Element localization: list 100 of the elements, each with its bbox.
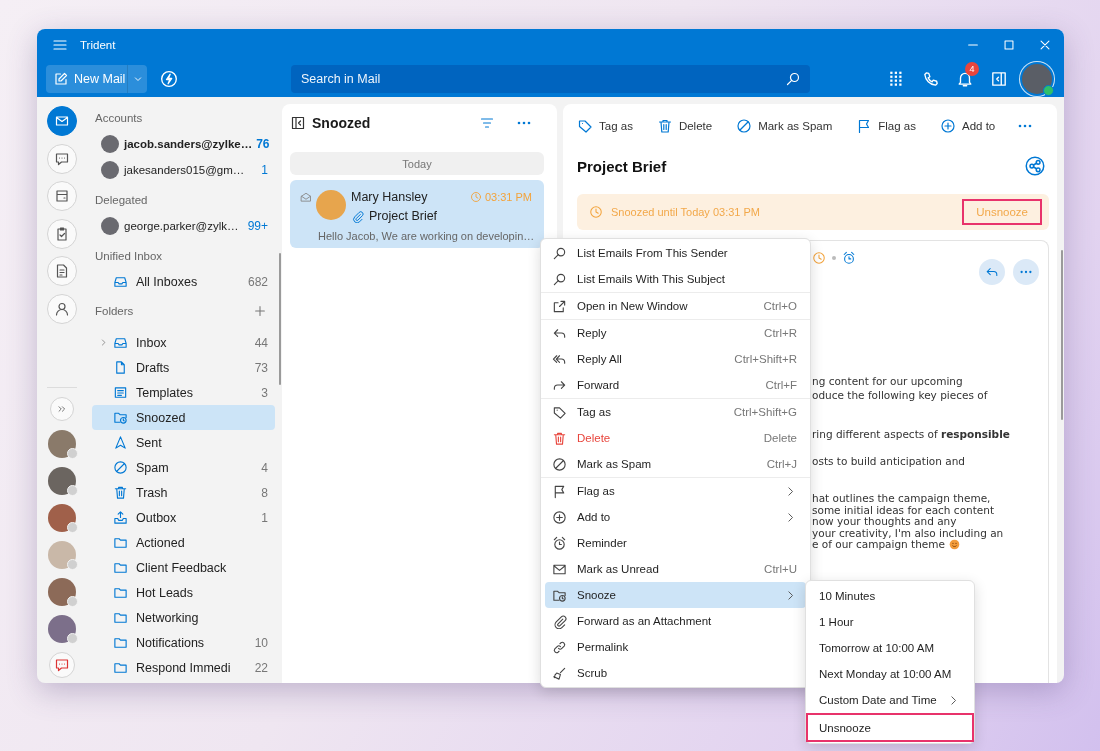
toolbar-button[interactable]: Add to (938, 112, 998, 140)
trash-icon (552, 430, 567, 446)
search-field[interactable]: Search in Mail (291, 64, 810, 93)
menu-item[interactable]: Forward Ctrl+F (545, 372, 806, 398)
menu-item[interactable]: Unsnooze (806, 713, 974, 742)
menu-item[interactable]: Tomorrow at 10:00 AM (806, 635, 974, 661)
folder-item[interactable]: Spam 4 (92, 455, 275, 480)
menu-item[interactable]: Tag as Ctrl+Shift+G (545, 399, 806, 425)
section-header: Delegated (94, 193, 149, 208)
outbox-icon (113, 510, 128, 525)
menu-item[interactable]: Forward as an Attachment (545, 608, 806, 634)
unread-count: 73 (254, 360, 268, 375)
maximize-icon[interactable] (1002, 37, 1016, 52)
folder-item[interactable]: Client Feedback (92, 555, 275, 580)
menu-item[interactable]: Scrub (545, 660, 806, 686)
calendar-button[interactable] (47, 181, 77, 211)
shortcut-text: Ctrl+O (763, 300, 797, 312)
folder-item[interactable]: Inbox 44 (92, 330, 275, 355)
folder-item[interactable]: Hot Leads (92, 580, 275, 605)
phone-icon[interactable] (922, 69, 940, 88)
menu-item[interactable]: Reply All Ctrl+Shift+R (545, 346, 806, 372)
folder-icon (113, 660, 128, 675)
scrollbar[interactable] (1061, 250, 1063, 420)
unread-count: 76 (255, 137, 270, 151)
alarm-clock-icon (842, 251, 856, 265)
menu-item[interactable]: Open in New Window Ctrl+O (545, 293, 806, 319)
chat-button[interactable] (47, 143, 77, 174)
menu-item[interactable]: Reply Ctrl+R (545, 320, 806, 346)
no-entry-icon (736, 118, 753, 134)
new-mail-button[interactable]: New Mail (46, 64, 127, 93)
folder-item[interactable]: Outbox 1 (92, 505, 275, 530)
menu-item[interactable]: Delete Delete (545, 425, 806, 451)
reply-icon (985, 265, 999, 279)
send-icon (113, 435, 128, 450)
message-time: 03:31 PM (484, 191, 532, 203)
account-item[interactable]: george.parker@zylk… 99+ (92, 213, 275, 239)
folder-item[interactable]: Sent (92, 430, 275, 455)
paperclip-icon (552, 613, 567, 629)
person-button[interactable] (47, 293, 77, 324)
menu-item[interactable]: Reminder (545, 530, 806, 556)
menu-item[interactable]: Mark as Spam Ctrl+J (545, 451, 806, 477)
envelope-icon (300, 191, 312, 203)
menu-item[interactable]: Custom Date and Time (806, 687, 974, 713)
account-item[interactable]: jakesanders015@gm… 1 (92, 157, 275, 183)
shortcut-text: Ctrl+R (764, 327, 797, 339)
folder-item[interactable]: Respond Immedi 22 (92, 655, 275, 680)
unread-count: 8 (261, 485, 268, 500)
avatar[interactable] (1022, 63, 1052, 94)
side-panel-icon[interactable] (990, 69, 1008, 88)
search-icon (552, 245, 567, 261)
menu-item[interactable]: Next Monday at 10:00 AM (806, 661, 974, 687)
message-title: Project Brief (577, 157, 667, 175)
folder-icon (113, 635, 128, 650)
lightning-icon[interactable] (160, 69, 178, 88)
folder-item[interactable]: All Inboxes 682 (92, 269, 275, 294)
folder-item[interactable]: Snoozed (92, 405, 275, 430)
window-title: Trident (80, 38, 116, 51)
toolbar-button[interactable]: Tag as (575, 112, 635, 140)
chat-icon (54, 150, 70, 167)
folder-icon (113, 560, 128, 575)
folder-item[interactable]: Actioned (92, 530, 275, 555)
account-item[interactable]: jacob.sanders@zylke… 76 (92, 131, 275, 157)
sender-name: Mary Hansley (351, 190, 428, 204)
folder-item[interactable]: Notifications 10 (92, 630, 275, 655)
search-icon[interactable] (785, 70, 801, 87)
menu-item[interactable]: 10 Minutes (806, 583, 974, 609)
avatar[interactable] (48, 615, 76, 643)
avatar[interactable] (48, 430, 76, 458)
folder-item[interactable]: Trash 8 (92, 480, 275, 505)
menu-item[interactable]: Flag as (545, 478, 806, 504)
mail-button[interactable] (47, 106, 77, 136)
menu-item[interactable]: List Emails From This Sender (545, 240, 806, 266)
avatar[interactable] (48, 578, 76, 606)
toolbar-button[interactable]: Flag as (854, 112, 918, 140)
menu-item[interactable]: Mark as Unread Ctrl+U (545, 556, 806, 582)
menu-item[interactable]: List Emails With This Subject (545, 266, 806, 292)
scrollbar[interactable] (279, 253, 281, 385)
folder-clock-icon (113, 410, 128, 425)
avatar[interactable] (48, 467, 76, 495)
folder-item[interactable]: Templates 3 (92, 380, 275, 405)
clipboard-button[interactable] (47, 218, 77, 249)
folder-item[interactable]: Networking (92, 605, 275, 630)
menu-item[interactable]: Snooze (545, 582, 806, 608)
alarm-clock-icon (552, 535, 567, 551)
folder-item[interactable]: Drafts 73 (92, 355, 275, 380)
collapse-pane-icon[interactable] (290, 115, 306, 131)
toolbar-button[interactable]: Mark as Spam (734, 112, 835, 140)
toolbar-button[interactable]: Delete (654, 112, 715, 140)
chat-icon (54, 657, 70, 673)
note-button[interactable] (47, 256, 77, 286)
avatar[interactable] (48, 504, 76, 532)
body-text: e of our campaign theme (812, 538, 946, 551)
share-icon[interactable] (1025, 156, 1045, 176)
menu-item[interactable]: 1 Hour (806, 609, 974, 635)
menu-item[interactable]: Add to (545, 504, 806, 530)
menu-item[interactable]: Permalink (545, 634, 806, 660)
message-item[interactable]: Mary Hansley 03:31 PM Project Brief Hello Jacob, We are working on developin… (290, 180, 544, 248)
external-link-icon (552, 298, 567, 314)
reply-button[interactable] (979, 259, 1005, 285)
chat-button[interactable] (49, 652, 75, 678)
